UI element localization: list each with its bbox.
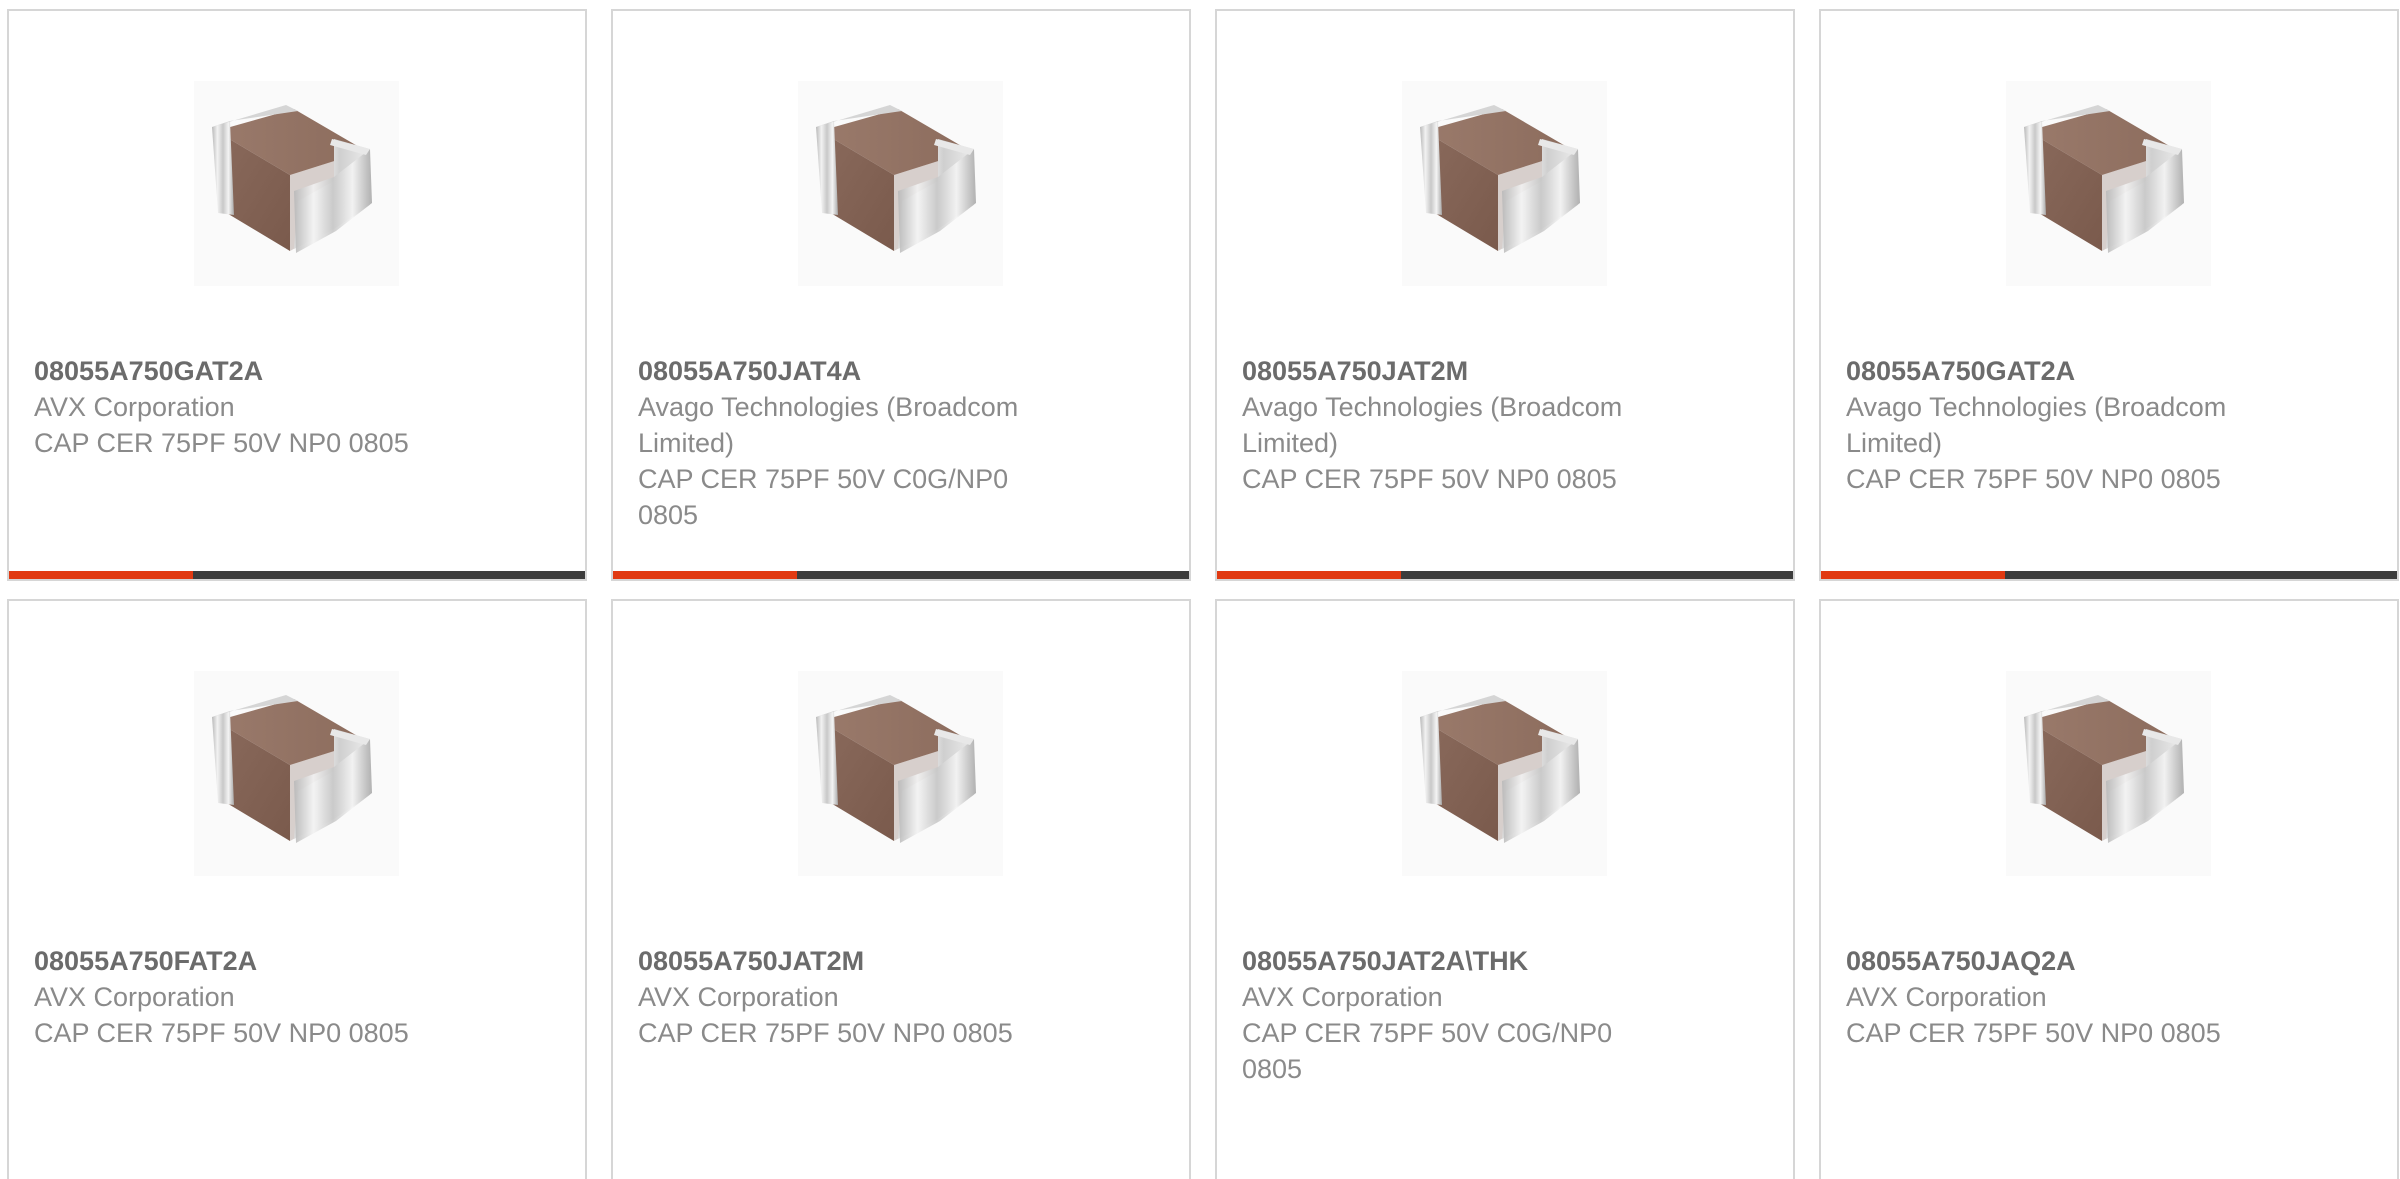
description: CAP CER 75PF 50V NP0 0805: [34, 1018, 409, 1048]
product-card[interactable]: 08055A750JAQ2A AVX Corporation CAP CER 7…: [1819, 599, 2399, 1179]
description: CAP CER 75PF 50V C0G/NP0 0805: [638, 464, 1009, 530]
manufacturer: Avago Technologies (Broadcom Limited): [1846, 392, 2227, 458]
rating-bar-fill: [1217, 571, 1402, 579]
rating-bar: [1821, 571, 2397, 579]
product-card[interactable]: 08055A750JAT2M Avago Technologies (Broad…: [1215, 9, 1795, 581]
product-card[interactable]: 08055A750GAT2A AVX Corporation CAP CER 7…: [7, 9, 587, 581]
rating-bar-fill: [613, 571, 798, 579]
rating-bar-fill: [1821, 571, 2006, 579]
manufacturer: AVX Corporation: [34, 982, 235, 1012]
part-number[interactable]: 08055A750JAT2A\THK: [1242, 943, 1662, 979]
capacitor-image[interactable]: [194, 671, 399, 876]
product-info: 08055A750JAQ2A AVX Corporation CAP CER 7…: [1846, 943, 2266, 1051]
product-info: 08055A750JAT2A\THK AVX Corporation CAP C…: [1242, 943, 1662, 1087]
capacitor-chip-icon: [2024, 105, 2184, 253]
rating-bar: [613, 571, 1189, 579]
capacitor-image[interactable]: [1402, 81, 1607, 286]
capacitor-chip-icon: [212, 695, 372, 843]
part-number[interactable]: 08055A750JAT2M: [1242, 353, 1662, 389]
capacitor-chip-icon: [2024, 695, 2184, 843]
capacitor-image[interactable]: [194, 81, 399, 286]
product-info: 08055A750JAT4A Avago Technologies (Broad…: [638, 353, 1058, 533]
capacitor-chip-icon: [1420, 105, 1580, 253]
product-info: 08055A750GAT2A Avago Technologies (Broad…: [1846, 353, 2266, 497]
description: CAP CER 75PF 50V NP0 0805: [1242, 464, 1617, 494]
capacitor-image[interactable]: [2006, 671, 2211, 876]
manufacturer: AVX Corporation: [638, 982, 839, 1012]
description: CAP CER 75PF 50V NP0 0805: [34, 428, 409, 458]
capacitor-image[interactable]: [798, 81, 1003, 286]
product-card[interactable]: 08055A750GAT2A Avago Technologies (Broad…: [1819, 9, 2399, 581]
manufacturer: AVX Corporation: [1846, 982, 2047, 1012]
rating-bar-fill: [9, 571, 194, 579]
rating-bar: [1217, 571, 1793, 579]
part-number[interactable]: 08055A750GAT2A: [34, 353, 454, 389]
product-info: 08055A750JAT2M Avago Technologies (Broad…: [1242, 353, 1662, 497]
manufacturer: Avago Technologies (Broadcom Limited): [638, 392, 1019, 458]
manufacturer: Avago Technologies (Broadcom Limited): [1242, 392, 1623, 458]
description: CAP CER 75PF 50V C0G/NP0 0805: [1242, 1018, 1613, 1084]
rating-bar: [9, 571, 585, 579]
capacitor-chip-icon: [212, 105, 372, 253]
product-card[interactable]: 08055A750JAT4A Avago Technologies (Broad…: [611, 9, 1191, 581]
description: CAP CER 75PF 50V NP0 0805: [1846, 1018, 2221, 1048]
manufacturer: AVX Corporation: [34, 392, 235, 422]
manufacturer: AVX Corporation: [1242, 982, 1443, 1012]
capacitor-image[interactable]: [798, 671, 1003, 876]
product-info: 08055A750FAT2A AVX Corporation CAP CER 7…: [34, 943, 454, 1051]
product-info: 08055A750JAT2M AVX Corporation CAP CER 7…: [638, 943, 1058, 1051]
capacitor-image[interactable]: [2006, 81, 2211, 286]
capacitor-chip-icon: [816, 105, 976, 253]
part-number[interactable]: 08055A750GAT2A: [1846, 353, 2266, 389]
part-number[interactable]: 08055A750JAT4A: [638, 353, 1058, 389]
description: CAP CER 75PF 50V NP0 0805: [638, 1018, 1013, 1048]
product-card[interactable]: 08055A750JAT2A\THK AVX Corporation CAP C…: [1215, 599, 1795, 1179]
part-number[interactable]: 08055A750JAQ2A: [1846, 943, 2266, 979]
part-number[interactable]: 08055A750JAT2M: [638, 943, 1058, 979]
description: CAP CER 75PF 50V NP0 0805: [1846, 464, 2221, 494]
product-info: 08055A750GAT2A AVX Corporation CAP CER 7…: [34, 353, 454, 461]
product-card[interactable]: 08055A750FAT2A AVX Corporation CAP CER 7…: [7, 599, 587, 1179]
capacitor-chip-icon: [816, 695, 976, 843]
capacitor-image[interactable]: [1402, 671, 1607, 876]
product-grid: 08055A750GAT2A AVX Corporation CAP CER 7…: [0, 0, 2400, 1179]
product-card[interactable]: 08055A750JAT2M AVX Corporation CAP CER 7…: [611, 599, 1191, 1179]
part-number[interactable]: 08055A750FAT2A: [34, 943, 454, 979]
capacitor-chip-icon: [1420, 695, 1580, 843]
